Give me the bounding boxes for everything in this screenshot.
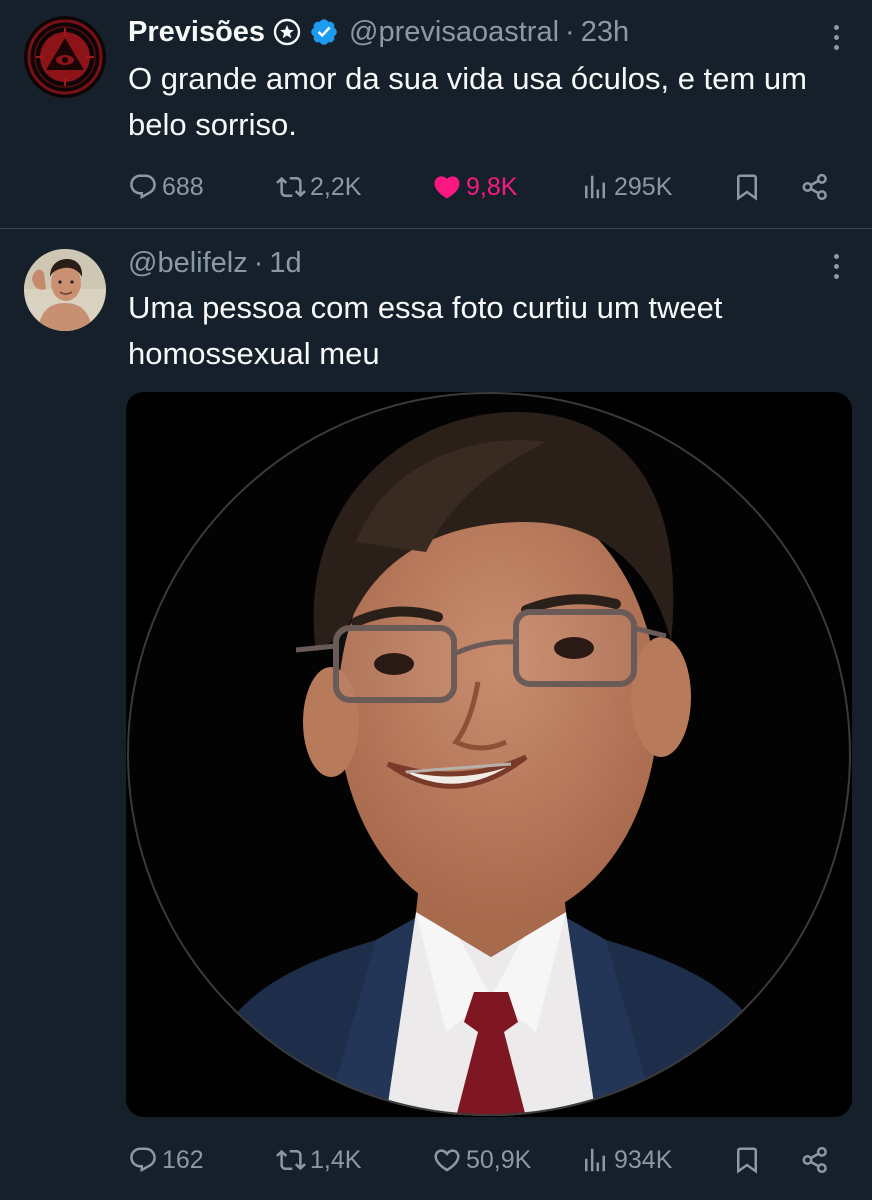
like-button[interactable]: 50,9K	[432, 1140, 531, 1180]
timestamp[interactable]: 23h	[581, 16, 629, 49]
reply-button[interactable]: 162	[128, 1140, 204, 1180]
share-icon	[800, 172, 830, 202]
tweet-text: O grande amor da sua vida usa óculos, e …	[128, 61, 807, 142]
bookmark-icon	[732, 172, 762, 202]
action-bar: 162 1,4K 50,9K 934K	[128, 1140, 848, 1180]
bookmark-button[interactable]	[732, 1140, 762, 1180]
like-button[interactable]: 9,8K	[432, 167, 517, 207]
share-button[interactable]	[800, 1140, 830, 1180]
views-button[interactable]: 934K	[580, 1140, 672, 1180]
reply-icon	[128, 1145, 158, 1175]
retweet-count: 2,2K	[310, 172, 362, 201]
tweet-header: @belifelz · 1d	[128, 241, 832, 285]
tweet-header: Previsões @previsaoastral · 23h	[128, 10, 832, 54]
views-count: 934K	[614, 1145, 673, 1174]
like-count: 50,9K	[466, 1145, 532, 1174]
handle[interactable]: @previsaoastral	[349, 16, 559, 49]
tweet-media-photo[interactable]	[126, 392, 852, 1117]
handle[interactable]: @belifelz	[128, 247, 248, 280]
timestamp[interactable]: 1d	[269, 247, 301, 280]
bookmark-icon	[732, 1145, 762, 1175]
avatar-belifelz[interactable]	[24, 249, 106, 331]
tweet-previsoes[interactable]: Previsões @previsaoastral · 23h O grande…	[0, 0, 872, 229]
tweet-text: Uma pessoa com essa foto curtiu um tweet…	[128, 290, 723, 371]
retweet-button[interactable]: 1,4K	[276, 1140, 361, 1180]
reply-icon	[128, 172, 158, 202]
like-icon	[432, 1145, 462, 1175]
bookmark-button[interactable]	[732, 167, 762, 207]
views-icon	[580, 1145, 610, 1175]
views-button[interactable]: 295K	[580, 167, 672, 207]
more-icon[interactable]	[824, 22, 848, 52]
reply-count: 162	[162, 1145, 204, 1174]
views-icon	[580, 172, 610, 202]
separator-dot: ·	[253, 246, 264, 279]
reply-button[interactable]: 688	[128, 167, 204, 207]
display-name[interactable]: Previsões	[128, 16, 265, 49]
avatar-previsoes[interactable]	[24, 16, 106, 98]
retweet-icon	[276, 172, 306, 202]
like-filled-icon	[432, 172, 462, 202]
tweet-belifelz[interactable]: @belifelz · 1d Uma pessoa com essa foto …	[0, 229, 872, 1200]
separator-dot: ·	[565, 15, 575, 48]
star-badge-icon	[273, 18, 301, 46]
share-button[interactable]	[800, 167, 830, 207]
share-icon	[800, 1145, 830, 1175]
retweet-icon	[276, 1145, 306, 1175]
profile-photo-image	[126, 392, 852, 1117]
views-count: 295K	[614, 172, 673, 201]
retweet-count: 1,4K	[310, 1145, 362, 1174]
reply-count: 688	[162, 172, 204, 201]
verified-icon	[309, 17, 339, 47]
like-count: 9,8K	[466, 172, 518, 201]
retweet-button[interactable]: 2,2K	[276, 167, 361, 207]
action-bar: 688 2,2K 9,8K 295K	[128, 167, 848, 207]
more-icon[interactable]	[824, 251, 848, 281]
